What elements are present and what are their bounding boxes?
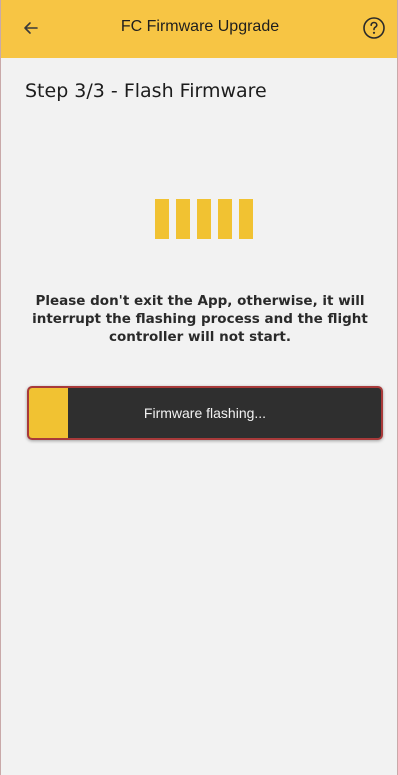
help-button[interactable] — [361, 15, 387, 41]
step-title: Step 3/3 - Flash Firmware — [25, 80, 267, 102]
loading-bar — [197, 199, 211, 239]
flash-progress-bar: Firmware flashing... — [27, 386, 383, 440]
header-bar: FC Firmware Upgrade — [1, 0, 397, 58]
warning-message: Please don't exit the App, otherwise, it… — [32, 293, 368, 345]
app-screen: FC Firmware Upgrade Step 3/3 - Flash Fir… — [0, 0, 398, 775]
loading-bar — [155, 199, 169, 239]
loading-indicator — [155, 199, 253, 239]
loading-bar — [176, 199, 190, 239]
progress-label: Firmware flashing... — [143, 405, 267, 421]
loading-bar — [239, 199, 253, 239]
help-icon — [363, 17, 385, 39]
loading-bar — [218, 199, 232, 239]
page-title: FC Firmware Upgrade — [120, 18, 280, 35]
